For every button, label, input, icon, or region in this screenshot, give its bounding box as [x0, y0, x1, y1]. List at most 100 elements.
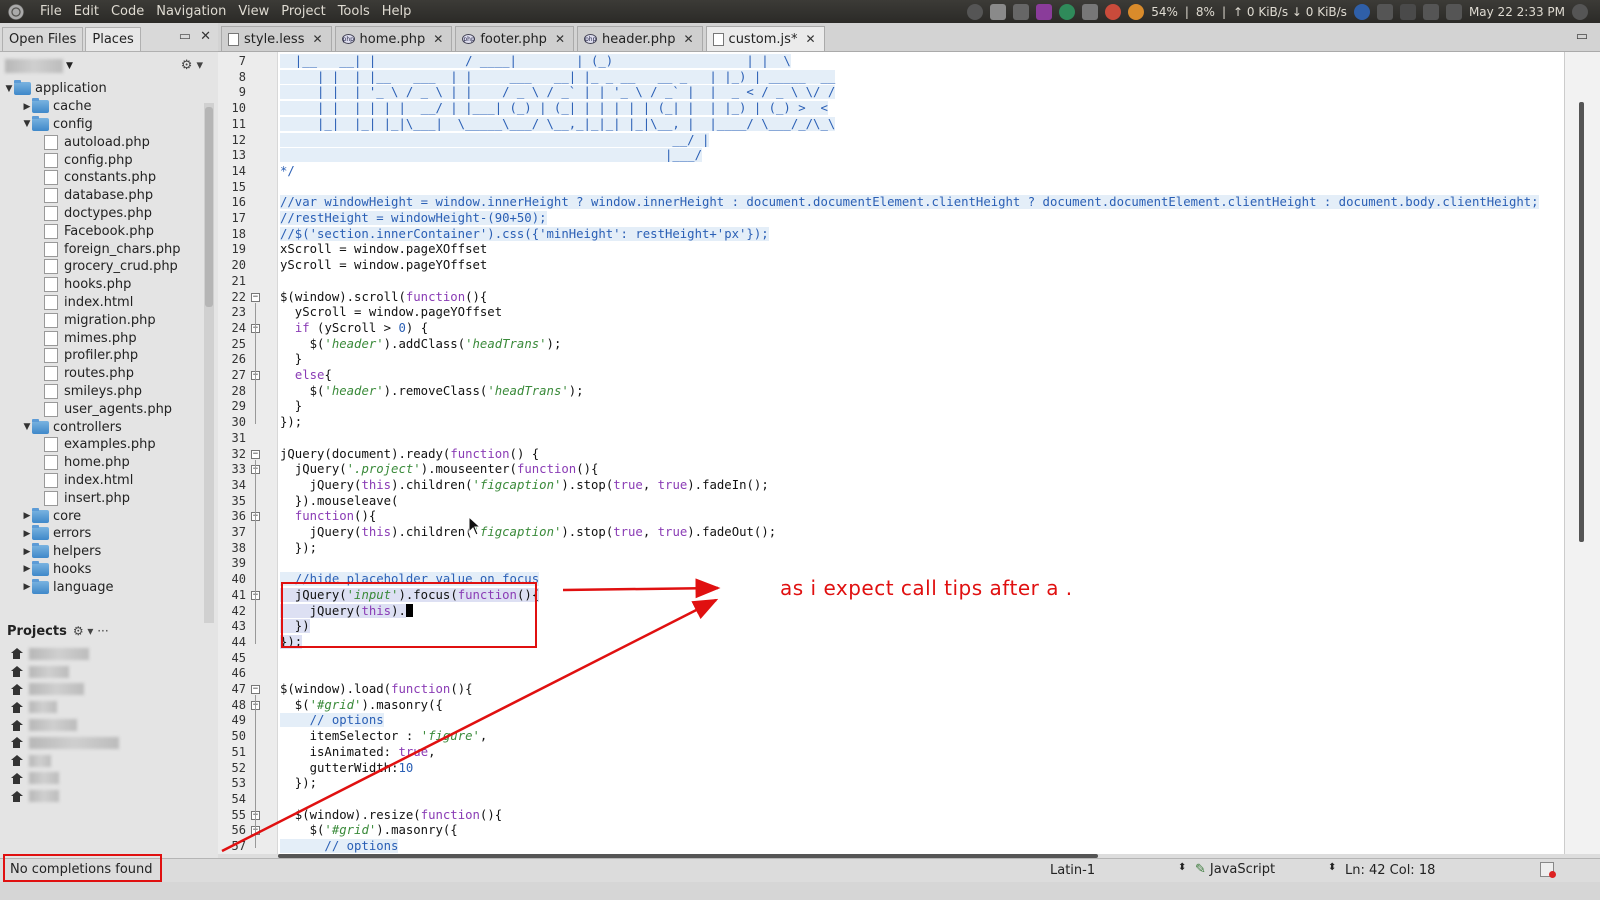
menu-code[interactable]: Code: [105, 4, 150, 19]
hardware-monitor-icon[interactable]: [1128, 3, 1145, 20]
tree-file[interactable]: doctypes.php: [0, 205, 205, 223]
tree-file[interactable]: smileys.php: [0, 383, 205, 401]
editor-tab[interactable]: php home.php ✕: [334, 26, 453, 51]
tree-folder[interactable]: ▶ hooks: [0, 560, 205, 579]
tree-file[interactable]: constants.php: [0, 169, 205, 187]
chevron-right-icon[interactable]: ▶: [22, 102, 32, 112]
close-tab-icon[interactable]: ✕: [683, 32, 693, 46]
chevron-down-icon[interactable]: ▼: [22, 119, 32, 129]
close-tab-icon[interactable]: ✕: [805, 32, 815, 46]
tree-file[interactable]: insert.php: [0, 489, 205, 507]
close-tab-icon[interactable]: ✕: [312, 32, 322, 46]
tree-file[interactable]: migration.php: [0, 311, 205, 329]
code-editor[interactable]: 78910111213141516171819202122−2324−25262…: [218, 52, 1564, 854]
cat-icon[interactable]: [1013, 3, 1030, 20]
spinner-icon[interactable]: ⬍: [1328, 862, 1336, 873]
tab-places[interactable]: Places: [85, 27, 141, 51]
tree-folder[interactable]: ▶ errors: [0, 525, 205, 543]
tree-folder[interactable]: ▼ application: [0, 80, 205, 98]
tree-file[interactable]: grocery_crud.php: [0, 258, 205, 276]
menu-navigation[interactable]: Navigation: [150, 4, 232, 19]
project-item[interactable]: [10, 645, 210, 663]
project-item[interactable]: [10, 752, 210, 770]
battery-icon[interactable]: [1376, 3, 1393, 20]
tree-file[interactable]: hooks.php: [0, 276, 205, 294]
update-icon[interactable]: [1059, 3, 1076, 20]
chevron-right-icon[interactable]: ▶: [22, 582, 32, 592]
project-item[interactable]: [10, 734, 210, 752]
chevron-right-icon[interactable]: ▶: [22, 529, 32, 539]
project-item[interactable]: [10, 770, 210, 788]
fold-toggle-icon[interactable]: −: [251, 685, 260, 694]
pidgin-icon[interactable]: [990, 3, 1007, 20]
menu-project[interactable]: Project: [275, 4, 331, 19]
chevron-down-icon[interactable]: ▼: [22, 422, 32, 432]
chevron-right-icon[interactable]: ▶: [22, 547, 32, 557]
tree-folder[interactable]: ▶ helpers: [0, 543, 205, 561]
project-item[interactable]: [10, 681, 210, 699]
tree-file[interactable]: config.php: [0, 151, 205, 169]
tree-folder[interactable]: ▼ controllers: [0, 418, 205, 436]
tree-folder[interactable]: ▶ core: [0, 507, 205, 525]
editor-scrollbar[interactable]: [1564, 52, 1600, 854]
editor-tab[interactable]: custom.js* ✕: [705, 26, 825, 51]
ubuntu-one-icon[interactable]: [967, 3, 984, 20]
network-icon[interactable]: [1353, 3, 1370, 20]
tab-open-files[interactable]: Open Files: [2, 27, 84, 51]
notification-icon[interactable]: [1540, 862, 1556, 878]
tree-file[interactable]: routes.php: [0, 365, 205, 383]
weather-icon[interactable]: [1105, 3, 1122, 20]
tree-file[interactable]: user_agents.php: [0, 400, 205, 418]
tree-file[interactable]: index.html: [0, 472, 205, 490]
fold-toggle-icon[interactable]: −: [251, 449, 260, 459]
project-item[interactable]: [10, 716, 210, 734]
language-selector[interactable]: ✎ JavaScript: [1195, 862, 1275, 877]
tabs-menu-icon[interactable]: ▭: [1576, 29, 1588, 44]
chevron-down-icon[interactable]: ▼: [4, 84, 14, 94]
tree-folder[interactable]: ▼ config: [0, 115, 205, 134]
close-tab-icon[interactable]: ✕: [555, 32, 565, 46]
tree-folder[interactable]: ▶ language: [0, 578, 205, 596]
menu-file[interactable]: File: [34, 4, 68, 19]
tree-file[interactable]: profiler.php: [0, 347, 205, 365]
editor-tab[interactable]: php header.php ✕: [577, 26, 703, 51]
chevron-right-icon[interactable]: ▶: [22, 564, 32, 574]
places-root-selector[interactable]: ▼ ⚙ ▾: [0, 52, 219, 80]
project-item[interactable]: [10, 663, 210, 681]
mail-icon[interactable]: [1422, 3, 1439, 20]
clock[interactable]: May 22 2:33 PM: [1469, 5, 1565, 19]
menu-view[interactable]: View: [232, 4, 275, 19]
menu-tools[interactable]: Tools: [332, 4, 376, 19]
signal-icon[interactable]: [1399, 3, 1416, 20]
gear-icon[interactable]: ⚙ ▾: [181, 58, 203, 73]
project-item[interactable]: [10, 698, 210, 716]
tree-file[interactable]: foreign_chars.php: [0, 240, 205, 258]
pin-icon[interactable]: [1082, 3, 1099, 20]
volume-icon[interactable]: [1445, 3, 1462, 20]
tree-file[interactable]: database.php: [0, 187, 205, 205]
menu-help[interactable]: Help: [376, 4, 418, 19]
power-icon[interactable]: [1572, 3, 1588, 20]
encoding-selector[interactable]: Latin-1: [1050, 863, 1095, 878]
gear-icon[interactable]: ⚙ ▾ ···: [73, 624, 109, 638]
tree-file[interactable]: home.php: [0, 454, 205, 472]
menu-edit[interactable]: Edit: [68, 4, 105, 19]
tree-file[interactable]: examples.php: [0, 436, 205, 454]
fold-toggle-icon[interactable]: −: [251, 292, 260, 302]
sidebar-scrollbar[interactable]: [204, 103, 214, 623]
chevron-right-icon[interactable]: ▶: [22, 511, 32, 521]
tree-file[interactable]: Facebook.php: [0, 222, 205, 240]
app-logo-icon[interactable]: [6, 1, 26, 22]
editor-tab[interactable]: style.less ✕: [221, 26, 332, 51]
app-indicator-icon[interactable]: [1036, 3, 1053, 20]
pin-icon[interactable]: ▭: [179, 29, 191, 44]
project-item[interactable]: [10, 787, 210, 805]
close-tab-icon[interactable]: ✕: [433, 32, 443, 46]
tree-file[interactable]: index.html: [0, 294, 205, 312]
editor-tab[interactable]: php footer.php ✕: [455, 26, 574, 51]
chevron-down-icon[interactable]: ▼: [66, 61, 73, 71]
tree-file[interactable]: mimes.php: [0, 329, 205, 347]
tree-folder[interactable]: ▶ cache: [0, 98, 205, 116]
spinner-icon[interactable]: ⬍: [1178, 862, 1186, 873]
tree-file[interactable]: autoload.php: [0, 133, 205, 151]
